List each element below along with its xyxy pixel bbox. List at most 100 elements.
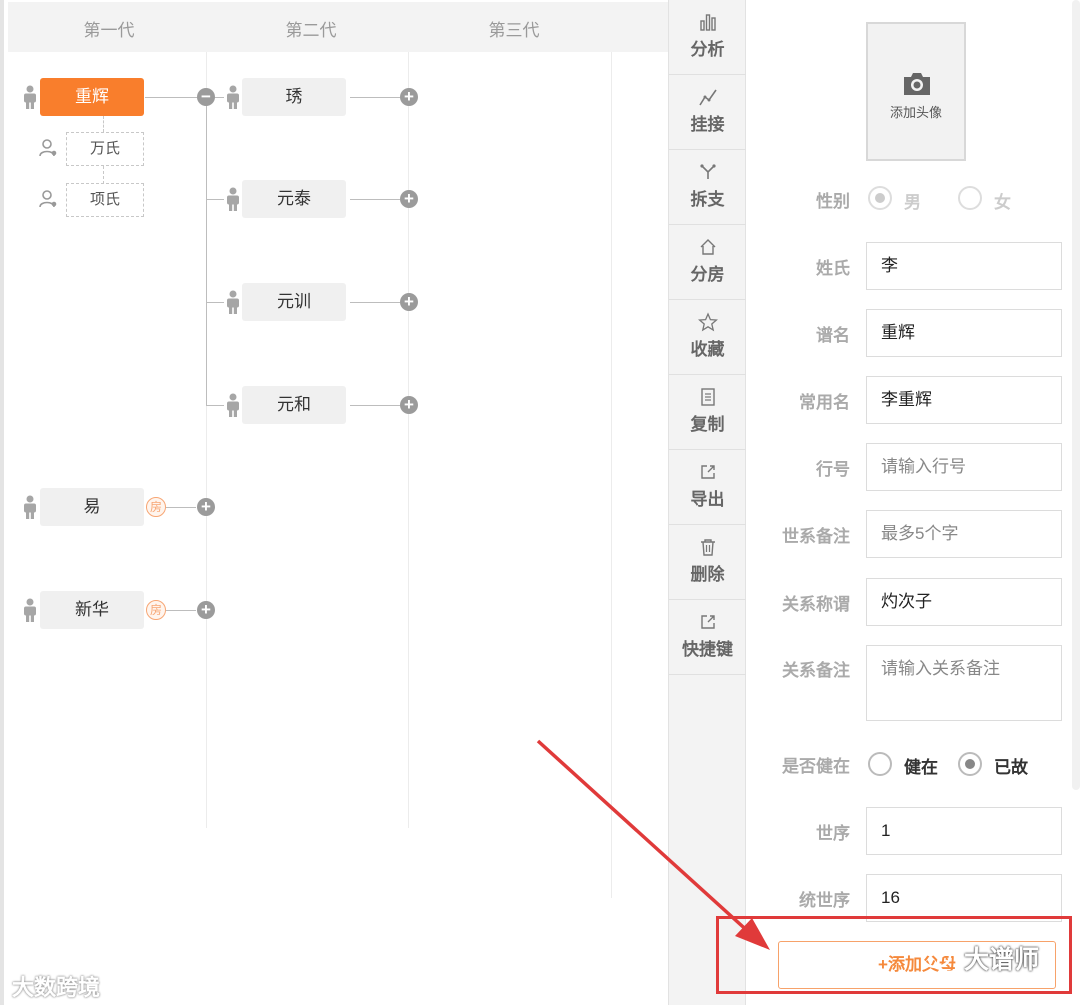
- favorite-button[interactable]: 收藏: [669, 300, 746, 375]
- analyze-button[interactable]: 分析: [669, 0, 746, 75]
- relation-title-field[interactable]: 灼次子: [866, 578, 1062, 626]
- connector-line: [350, 199, 400, 200]
- relation-note-field[interactable]: 请输入关系备注: [866, 645, 1062, 721]
- delete-button[interactable]: 删除: [669, 525, 746, 600]
- generation-label-3: 第三代: [488, 21, 540, 40]
- generation-label-1: 第一代: [83, 21, 135, 40]
- alive-label: 是否健在: [782, 757, 850, 777]
- generation-label-2: 第二代: [285, 21, 337, 40]
- spouse-node[interactable]: 万氏: [66, 132, 144, 166]
- gender-male-radio[interactable]: [868, 186, 892, 210]
- connector-line: [350, 302, 400, 303]
- expand-button[interactable]: +: [197, 601, 215, 619]
- connector-line: [214, 97, 224, 98]
- male-person-icon: [227, 393, 239, 417]
- connector-line: [166, 507, 196, 508]
- person-node-sibling[interactable]: 易: [40, 488, 144, 526]
- connector-line: [145, 97, 197, 98]
- male-person-icon: [227, 290, 239, 314]
- male-person-icon: [24, 598, 36, 622]
- copy-button[interactable]: 复制: [669, 375, 746, 450]
- surname-field[interactable]: 李: [866, 242, 1062, 290]
- expand-button[interactable]: +: [400, 396, 418, 414]
- deceased-option-label: 已故: [994, 758, 1028, 778]
- connector-line: [206, 405, 224, 406]
- action-toolbar: 分析 挂接 拆支 分房 收藏 复制 导出 删除 快捷键: [668, 0, 746, 1005]
- female-person-icon: [39, 190, 57, 208]
- shortcut-button[interactable]: 快捷键: [669, 600, 746, 675]
- connector-line: [206, 302, 224, 303]
- generation-order-field[interactable]: 1: [866, 807, 1062, 855]
- person-node-child[interactable]: 元训: [242, 283, 346, 321]
- gender-female-radio[interactable]: [958, 186, 982, 210]
- alive-option-label: 健在: [904, 758, 938, 778]
- export-icon: [700, 465, 715, 479]
- connector-line: [350, 97, 400, 98]
- person-detail-form: 添加头像 性别 男 女 姓氏 李 谱名 重辉 常用名 李重辉 行号 请输入行号 …: [746, 0, 1080, 1005]
- male-person-icon: [227, 187, 239, 211]
- export-button[interactable]: 导出: [669, 450, 746, 525]
- attach-button[interactable]: 挂接: [669, 75, 746, 150]
- rank-field[interactable]: 请输入行号: [866, 443, 1062, 491]
- add-avatar-button[interactable]: 添加头像: [866, 22, 966, 161]
- generation-order-label: 世序: [816, 824, 850, 844]
- person-node-child[interactable]: 元泰: [242, 180, 346, 218]
- unified-order-field[interactable]: 16: [866, 874, 1062, 922]
- branch-badge: 房: [146, 497, 166, 517]
- male-person-icon: [24, 85, 36, 109]
- common-name-field[interactable]: 李重辉: [866, 376, 1062, 424]
- spouse-node[interactable]: 项氏: [66, 183, 144, 217]
- house-icon: [700, 239, 715, 255]
- rank-label: 行号: [816, 460, 850, 480]
- connector-line: [166, 610, 196, 611]
- gender-female-label: 女: [994, 193, 1011, 213]
- connector-line: [206, 97, 207, 405]
- person-node-sibling[interactable]: 新华: [40, 591, 144, 629]
- deceased-radio[interactable]: [958, 752, 982, 776]
- male-person-icon: [24, 495, 36, 519]
- genealogy-name-field[interactable]: 重辉: [866, 309, 1062, 357]
- collapse-button[interactable]: −: [197, 88, 215, 106]
- lineage-note-field[interactable]: 最多5个字: [866, 510, 1062, 558]
- unified-order-label: 统世序: [799, 891, 850, 911]
- spouse-connector: [103, 166, 104, 184]
- spouse-connector: [103, 116, 104, 132]
- person-node-child[interactable]: 琇: [242, 78, 346, 116]
- split-branch-button[interactable]: 拆支: [669, 150, 746, 225]
- gender-label: 性别: [816, 192, 850, 212]
- scrollbar[interactable]: [1072, 0, 1080, 790]
- camera-icon: [904, 73, 930, 95]
- connector-line: [350, 405, 400, 406]
- person-node-child[interactable]: 元和: [242, 386, 346, 424]
- relation-title-label: 关系称谓: [782, 595, 850, 615]
- branch-badge: 房: [146, 600, 166, 620]
- column-divider: [408, 52, 409, 828]
- alive-radio[interactable]: [868, 752, 892, 776]
- link-line-icon: [698, 89, 717, 106]
- expand-button[interactable]: +: [197, 498, 215, 516]
- watermark-text: 大谱师: [964, 946, 1040, 974]
- lineage-note-label: 世系备注: [782, 527, 850, 547]
- generation-header: 第一代 第二代 第三代: [8, 2, 672, 52]
- avatar-label: 添加头像: [889, 105, 942, 120]
- gender-male-label: 男: [904, 193, 921, 213]
- female-person-icon: [39, 139, 57, 157]
- common-name-label: 常用名: [799, 393, 850, 413]
- genealogy-name-label: 谱名: [816, 326, 850, 346]
- bar-chart-icon: [699, 14, 716, 31]
- expand-button[interactable]: +: [400, 190, 418, 208]
- expand-button[interactable]: +: [400, 293, 418, 311]
- surname-label: 姓氏: [816, 259, 850, 279]
- connector-line: [206, 199, 224, 200]
- copy-icon: [700, 388, 715, 406]
- person-node-root[interactable]: 重辉: [40, 78, 144, 116]
- divide-house-button[interactable]: 分房: [669, 225, 746, 300]
- column-divider: [611, 52, 612, 898]
- shortcut-icon: [700, 615, 715, 629]
- trash-icon: [700, 539, 715, 556]
- expand-button[interactable]: +: [400, 88, 418, 106]
- watermark-bottom: 大数跨境: [12, 975, 101, 1000]
- branch-split-icon: [699, 164, 716, 179]
- male-person-icon: [227, 85, 239, 109]
- star-icon: [697, 312, 718, 332]
